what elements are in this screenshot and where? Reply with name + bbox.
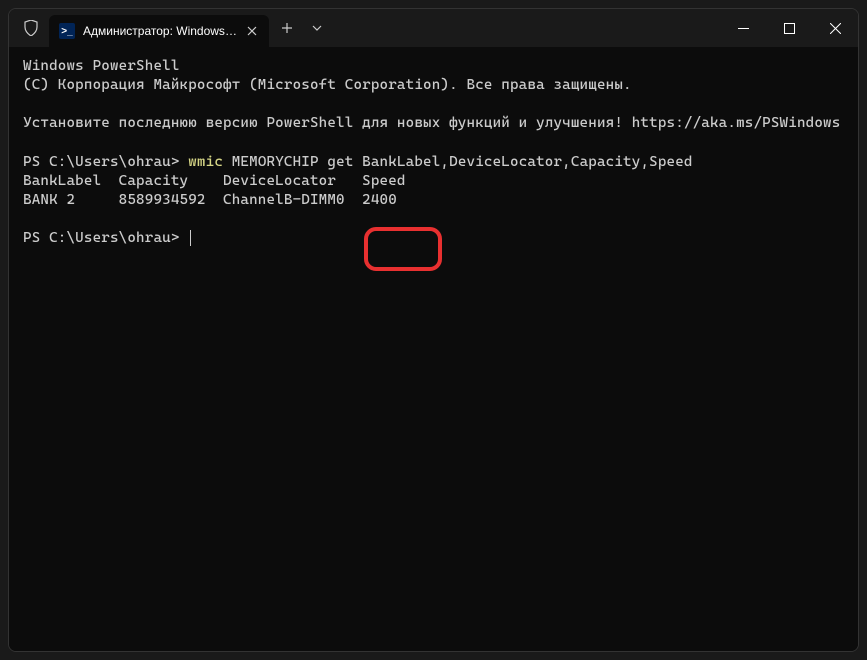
powershell-icon: >_ <box>59 23 75 39</box>
prompt-line: PS C:\Users\ohrau> wmic MEMORYCHIP get B… <box>23 153 848 172</box>
tab-title: Администратор: Windows Po <box>83 24 237 38</box>
command-name: wmic <box>188 154 223 170</box>
maximize-button[interactable] <box>766 9 812 47</box>
cursor <box>190 230 191 246</box>
tab-close-button[interactable] <box>243 22 261 40</box>
minimize-button[interactable] <box>720 9 766 47</box>
prompt-line: PS C:\Users\ohrau> <box>23 229 848 248</box>
output-blank <box>23 210 848 229</box>
command-args: MEMORYCHIP get BankLabel,DeviceLocator,C… <box>223 154 693 170</box>
output-line: Windows PowerShell <box>23 57 848 76</box>
output-line: (C) Корпорация Майкрософт (Microsoft Cor… <box>23 76 848 95</box>
tab-powershell[interactable]: >_ Администратор: Windows Po <box>49 15 269 47</box>
output-line: Установите последнюю версию PowerShell д… <box>23 114 848 133</box>
prompt-prefix: PS C:\Users\ohrau> <box>23 230 188 246</box>
prompt-prefix: PS C:\Users\ohrau> <box>23 154 188 170</box>
shield-icon <box>23 20 39 36</box>
output-blank <box>23 95 848 114</box>
table-row: BANK 2 8589934592 ChannelB-DIMM0 2400 <box>23 191 848 210</box>
terminal-content[interactable]: Windows PowerShell (C) Корпорация Майкро… <box>9 47 858 651</box>
table-header: BankLabel Capacity DeviceLocator Speed <box>23 172 848 191</box>
window-controls <box>720 9 858 47</box>
output-blank <box>23 134 848 153</box>
tab-dropdown-button[interactable] <box>303 14 331 42</box>
new-tab-button[interactable] <box>271 14 303 42</box>
close-button[interactable] <box>812 9 858 47</box>
titlebar: >_ Администратор: Windows Po <box>9 9 858 47</box>
terminal-window: >_ Администратор: Windows Po Windo <box>8 8 859 652</box>
